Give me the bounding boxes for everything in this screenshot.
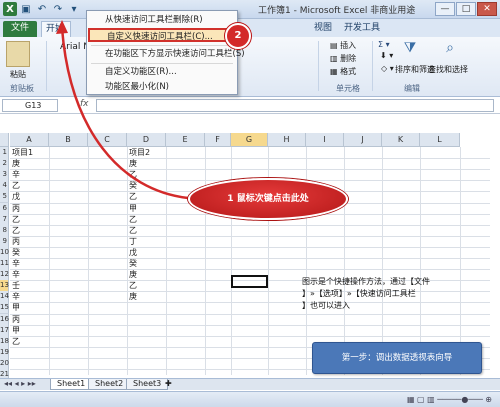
step1-bubble: 1 鼠标次键点击此处 <box>188 178 348 220</box>
step2-badge: 2 <box>225 23 251 49</box>
step-box: 第一步：调出数据透视表向导 <box>312 342 482 374</box>
tip-note: 图示是个快捷操作方法，通过【文件 】»【选项】»【快速访问工具栏 】也可以进入 <box>302 277 430 310</box>
